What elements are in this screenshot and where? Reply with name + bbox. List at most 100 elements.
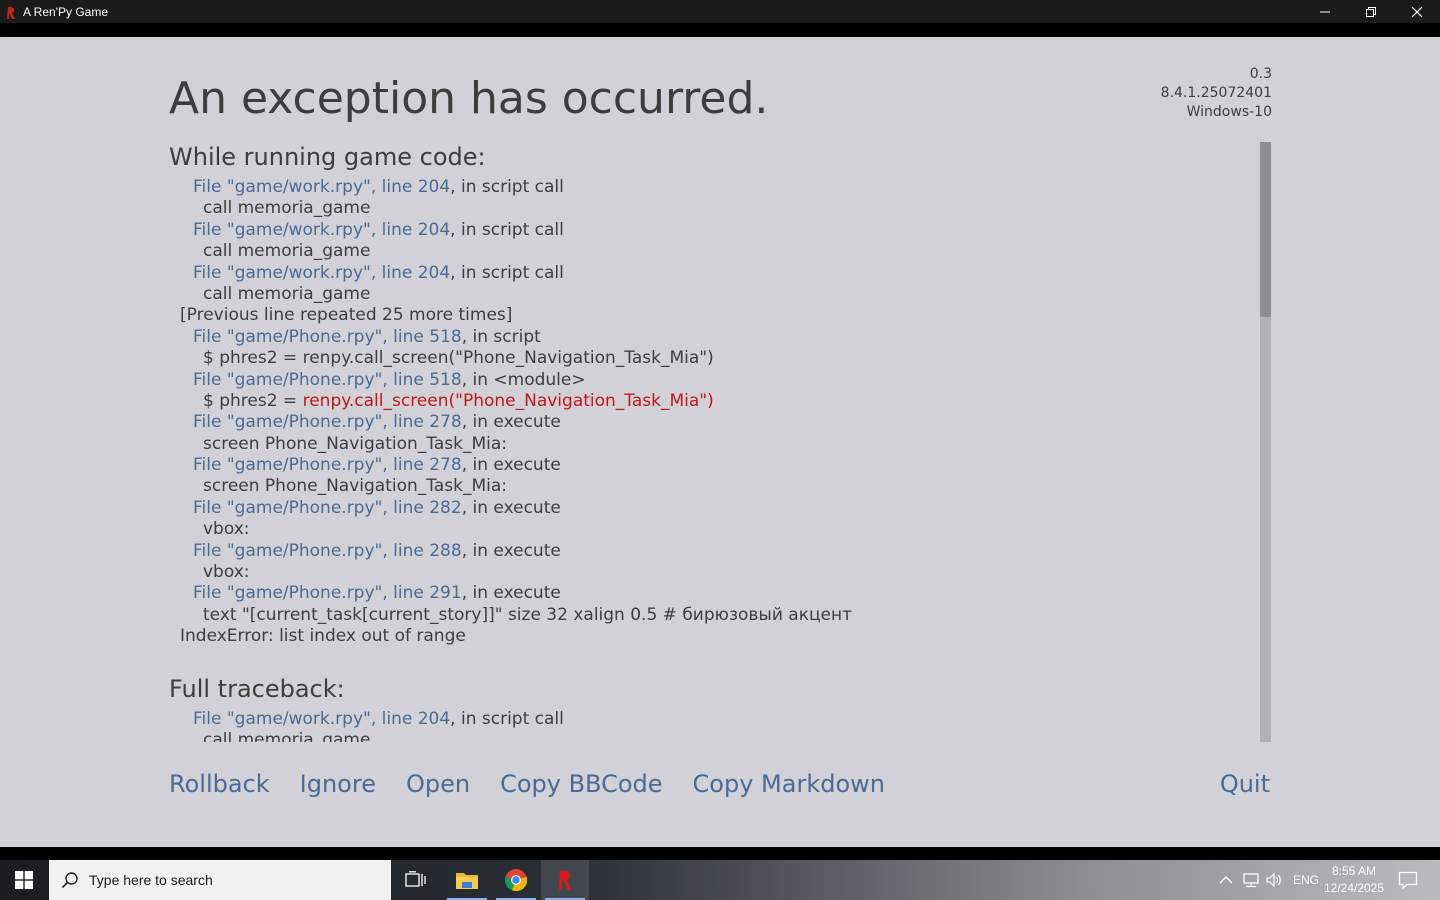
traceback-file-link[interactable]: File "game/Phone.rpy", line 518: [193, 370, 462, 390]
window-title: A Ren'Py Game: [23, 4, 108, 19]
window-titlebar: A Ren'Py Game: [0, 0, 1440, 23]
traceback-file-link[interactable]: File "game/Phone.rpy", line 288: [193, 541, 462, 561]
traceback-file-link[interactable]: File "game/work.rpy", line 204: [193, 177, 450, 197]
traceback-file-line: File "game/Phone.rpy", line 518, in <mod…: [169, 370, 1249, 391]
start-button[interactable]: [0, 860, 48, 900]
version-info: 0.3 8.4.1.25072401 Windows-10: [1161, 65, 1272, 122]
network-icon[interactable]: [1241, 870, 1261, 890]
quit-button[interactable]: Quit: [1220, 770, 1270, 798]
traceback-code-line: screen Phone_Navigation_Task_Mia:: [203, 476, 507, 497]
exception-screen: An exception has occurred. 0.3 8.4.1.250…: [0, 37, 1440, 847]
traceback-location: , in script: [461, 326, 541, 347]
traceback-location: , in script call: [450, 219, 564, 240]
traceback-file-line: File "game/work.rpy", line 204, in scrip…: [169, 709, 1249, 730]
traceback-location: , in execute: [461, 412, 561, 433]
traceback-location: , in script call: [450, 177, 564, 197]
traceback-file-link[interactable]: File "game/Phone.rpy", line 291: [193, 583, 462, 603]
traceback-code-line: vbox:: [203, 519, 250, 540]
traceback-code-line: call memoria_game: [203, 283, 371, 304]
close-icon: [1411, 6, 1423, 17]
volume-icon[interactable]: [1264, 870, 1284, 890]
traceback-file-link[interactable]: File "game/work.rpy", line 204: [193, 709, 450, 729]
minimize-button[interactable]: [1302, 0, 1348, 23]
open-button[interactable]: Open: [406, 770, 470, 804]
notification-center-button[interactable]: [1394, 860, 1422, 900]
traceback-location: , in script call: [450, 708, 564, 729]
running-code-title: While running game code:: [169, 143, 486, 171]
scrollbar-track[interactable]: [1260, 142, 1271, 742]
traceback-file-link[interactable]: File "game/Phone.rpy", line 278: [193, 412, 462, 432]
system-tray: [1216, 860, 1284, 900]
input-language[interactable]: ENG: [1293, 860, 1319, 900]
taskbar-file-explorer[interactable]: [443, 860, 491, 900]
traceback-file-link[interactable]: File "game/work.rpy", line 204: [193, 220, 450, 240]
page-title: An exception has occurred.: [169, 73, 769, 124]
traceback-code-line: call memoria_game: [203, 198, 371, 219]
traceback-file-link[interactable]: File "game/work.rpy", line 204: [193, 263, 450, 283]
restore-icon: [1366, 6, 1376, 17]
traceback-file-line: File "game/work.rpy", line 204, in scrip…: [169, 263, 1249, 284]
traceback-location: , in execute: [461, 497, 561, 518]
clock-time: 8:55 AM: [1331, 864, 1377, 878]
restore-button[interactable]: [1348, 0, 1394, 23]
taskbar-renpy-game[interactable]: [541, 860, 589, 900]
traceback-code-line: vbox:: [203, 562, 250, 583]
traceback-file-line: File "game/Phone.rpy", line 291, in exec…: [169, 583, 1249, 604]
task-view-icon: [405, 871, 426, 887]
traceback-note-line: [Previous line repeated 25 more times]: [180, 305, 513, 326]
windows-logo-icon: [15, 871, 33, 889]
traceback-file-line: File "game/Phone.rpy", line 278, in exec…: [169, 455, 1249, 476]
traceback-location: , in execute: [461, 540, 561, 561]
taskbar-clock[interactable]: 8:55 AM 12/24/2025: [1322, 863, 1386, 897]
clock-date: 12/24/2025: [1323, 881, 1385, 895]
renpy-app-icon: [559, 870, 571, 890]
traceback-file-line: File "game/work.rpy", line 204, in scrip…: [169, 177, 1249, 198]
taskbar: Type here to search ENG 8:55 AM 12/24/20…: [0, 860, 1440, 900]
version-line: Windows-10: [1186, 104, 1272, 120]
search-icon: [61, 872, 78, 889]
task-view-button[interactable]: [392, 860, 440, 900]
traceback-code-line: screen Phone_Navigation_Task_Mia:: [203, 433, 507, 454]
action-bar: Rollback Ignore Open Copy BBCode Copy Ma…: [169, 770, 915, 804]
error-highlight: renpy.call_screen("Phone_Navigation_Task…: [302, 390, 714, 411]
traceback-viewport[interactable]: While running game code: File "game/work…: [169, 142, 1249, 742]
folder-icon: [456, 873, 478, 889]
traceback-code-line: $ phres2 = renpy.call_screen("Phone_Navi…: [169, 391, 1249, 412]
traceback-file-link[interactable]: File "game/Phone.rpy", line 518: [193, 327, 462, 347]
renpy-app-icon: [6, 5, 16, 19]
full-traceback-list: File "game/work.rpy", line 204, in scrip…: [169, 709, 1249, 742]
search-placeholder: Type here to search: [89, 872, 213, 888]
chevron-up-icon[interactable]: [1216, 870, 1236, 890]
traceback-file-line: File "game/Phone.rpy", line 282, in exec…: [169, 498, 1249, 519]
traceback-location: , in <module>: [461, 369, 586, 390]
full-traceback-title: Full traceback:: [169, 674, 345, 703]
traceback-code-line: $ phres2 = renpy.call_screen("Phone_Navi…: [203, 348, 714, 369]
traceback-location: , in execute: [461, 583, 561, 604]
traceback-file-link[interactable]: File "game/Phone.rpy", line 278: [193, 455, 462, 475]
code-prefix: $ phres2 =: [203, 390, 303, 411]
traceback-file-link[interactable]: File "game/Phone.rpy", line 282: [193, 498, 462, 518]
traceback-location: , in execute: [461, 455, 561, 476]
traceback-note-line: IndexError: list index out of range: [180, 626, 466, 647]
chrome-icon: [505, 869, 528, 892]
traceback-file-line: File "game/Phone.rpy", line 518, in scri…: [169, 327, 1249, 348]
traceback-code-line: call memoria_game: [203, 241, 371, 262]
traceback-file-line: File "game/Phone.rpy", line 288, in exec…: [169, 541, 1249, 562]
taskbar-chrome[interactable]: [492, 860, 540, 900]
traceback-code-line: text "[current_task[current_story]]" siz…: [203, 604, 853, 625]
rollback-button[interactable]: Rollback: [169, 770, 270, 804]
traceback-location: , in script call: [450, 262, 564, 283]
traceback-file-line: File "game/work.rpy", line 204, in scrip…: [169, 220, 1249, 241]
traceback-list: File "game/work.rpy", line 204, in scrip…: [169, 177, 1249, 648]
ignore-button[interactable]: Ignore: [300, 770, 376, 804]
notification-icon: [1398, 871, 1418, 889]
copy-markdown-button[interactable]: Copy Markdown: [693, 770, 885, 804]
taskbar-search-box[interactable]: Type here to search: [49, 860, 391, 900]
close-button[interactable]: [1394, 0, 1440, 23]
traceback-file-line: File "game/Phone.rpy", line 278, in exec…: [169, 412, 1249, 433]
scrollbar-thumb[interactable]: [1260, 142, 1271, 317]
letterbox-band: [0, 23, 1440, 37]
copy-bbcode-button[interactable]: Copy BBCode: [500, 770, 662, 804]
version-line: 0.3: [1249, 66, 1272, 82]
minimize-icon: [1320, 11, 1330, 12]
